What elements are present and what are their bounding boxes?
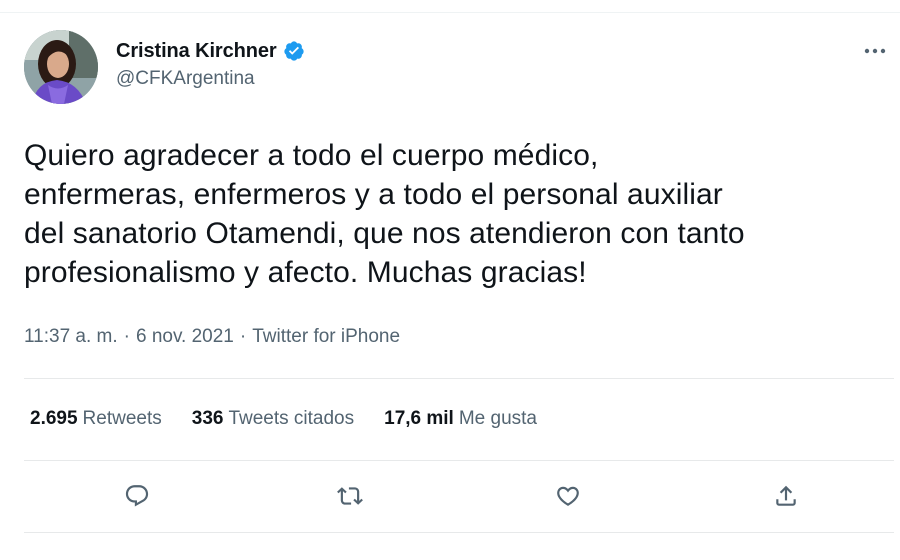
likes-stat[interactable]: 17,6 mil Me gusta [384,408,537,430]
engagement-stats: 2.695 Retweets 336 Tweets citados 17,6 m… [30,408,567,430]
tweet-time[interactable]: 11:37 a. m. [24,326,118,348]
tweet-text: Quiero agradecer a todo el cuerpo médico… [24,139,745,289]
handle[interactable]: @CFKArgentina [116,68,305,90]
quote-tweets-count: 336 [191,408,224,429]
reply-button[interactable] [115,474,159,518]
avatar[interactable] [24,30,98,104]
quote-tweets-stat[interactable]: 336 Tweets citados [192,408,354,430]
tweet-source[interactable]: Twitter for iPhone [252,326,400,348]
likes-count: 17,6 mil [384,408,454,429]
tweet-date[interactable]: 6 nov. 2021 [136,326,234,348]
likes-label: Me gusta [458,408,537,429]
retweet-icon [337,487,363,505]
action-bar [0,474,900,518]
heart-icon [557,486,579,506]
more-dots-icon [864,48,886,54]
quote-tweets-label: Tweets citados [228,408,355,429]
divider [24,532,894,533]
retweets-count: 2.695 [30,408,78,429]
more-options-button[interactable] [858,38,892,64]
display-name[interactable]: Cristina Kirchner [116,40,277,63]
retweets-label: Retweets [82,408,162,429]
meta-separator: · [123,326,130,347]
name-row: Cristina Kirchner [116,38,305,64]
divider [24,378,894,379]
retweets-stat[interactable]: 2.695 Retweets [30,408,162,430]
reply-icon [125,485,149,507]
retweet-button[interactable] [328,474,372,518]
divider [24,460,894,461]
tweet-meta: 11:37 a. m. · 6 nov. 2021 · Twitter for … [24,326,400,348]
verified-badge-icon [283,40,305,62]
tweet-card: Cristina Kirchner @CFKArgentina Quiero a… [0,0,900,560]
author-block: Cristina Kirchner @CFKArgentina [116,38,305,90]
like-button[interactable] [546,474,590,518]
top-border [0,12,900,13]
meta-separator: · [239,326,247,347]
user-avatar-image [24,30,98,104]
share-button[interactable] [764,474,808,518]
share-icon [776,485,796,506]
